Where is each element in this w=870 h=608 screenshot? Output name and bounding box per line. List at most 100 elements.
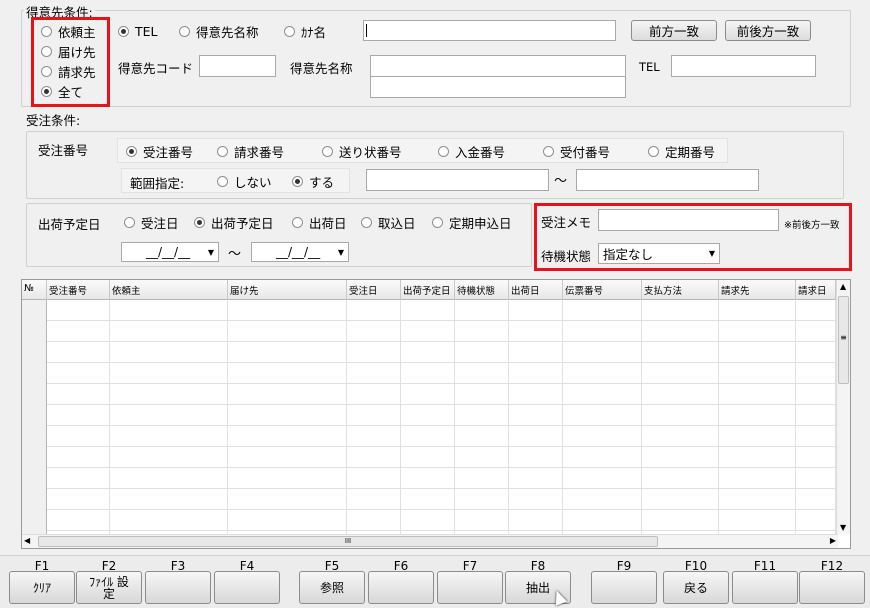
table-row[interactable] (22, 384, 836, 405)
table-cell[interactable] (47, 426, 110, 447)
prefix-match-button[interactable]: 前方一致 (631, 20, 717, 41)
table-cell[interactable] (110, 510, 228, 531)
table-cell[interactable] (347, 363, 401, 384)
column-header[interactable]: 出荷日 (509, 280, 563, 300)
table-cell[interactable] (563, 426, 642, 447)
table-cell[interactable] (455, 300, 509, 321)
table-cell[interactable] (110, 447, 228, 468)
fkey-button-f2[interactable]: ﾌｧｲﾙ 設定 (76, 571, 142, 604)
table-cell[interactable] (401, 300, 455, 321)
table-cell[interactable] (642, 300, 719, 321)
table-cell[interactable] (47, 321, 110, 342)
fkey-button-f7[interactable] (437, 571, 503, 604)
table-cell[interactable] (796, 363, 836, 384)
table-cell[interactable] (455, 342, 509, 363)
date-type-radio[interactable]: 出荷日 (292, 213, 347, 231)
radio-dot-icon[interactable] (292, 175, 303, 187)
table-cell[interactable] (796, 405, 836, 426)
table-cell[interactable] (228, 468, 347, 489)
radio-dot-icon[interactable] (322, 145, 333, 157)
range-radio[interactable]: しない (217, 172, 272, 190)
table-cell[interactable] (509, 342, 563, 363)
fkey-button-f10[interactable]: 戻る (663, 571, 729, 604)
table-cell[interactable] (47, 363, 110, 384)
table-cell[interactable] (642, 510, 719, 531)
order-number-radio[interactable]: 定期番号 (648, 142, 715, 160)
table-row[interactable] (22, 321, 836, 342)
date-to-select[interactable]: __/__/__ ▼ (251, 242, 349, 262)
order-number-radio[interactable]: 入金番号 (438, 142, 505, 160)
customer-code-input[interactable] (199, 55, 276, 77)
table-cell[interactable] (509, 510, 563, 531)
table-cell[interactable] (455, 384, 509, 405)
table-cell[interactable] (796, 300, 836, 321)
table-cell[interactable] (509, 321, 563, 342)
column-header[interactable]: № (22, 280, 47, 300)
table-cell[interactable] (47, 447, 110, 468)
table-cell[interactable] (719, 363, 796, 384)
table-cell[interactable] (401, 321, 455, 342)
column-header[interactable]: 請求先 (719, 280, 796, 300)
table-cell[interactable] (796, 447, 836, 468)
table-cell[interactable] (347, 510, 401, 531)
order-number-radio[interactable]: 請求番号 (217, 142, 284, 160)
table-row[interactable] (22, 510, 836, 531)
table-cell[interactable] (110, 300, 228, 321)
vertical-scrollbar[interactable]: ▲ ≡ ▼ (836, 280, 850, 534)
column-header[interactable]: 支払方法 (642, 280, 719, 300)
table-cell[interactable] (47, 342, 110, 363)
table-row[interactable] (22, 405, 836, 426)
table-cell[interactable] (110, 363, 228, 384)
table-cell[interactable] (228, 342, 347, 363)
table-cell[interactable] (401, 468, 455, 489)
table-cell[interactable] (563, 321, 642, 342)
table-cell[interactable] (228, 510, 347, 531)
table-cell[interactable] (47, 300, 110, 321)
table-cell[interactable] (47, 384, 110, 405)
scroll-right-icon[interactable]: ▶ (830, 536, 836, 545)
scroll-down-icon[interactable]: ▼ (840, 523, 846, 532)
table-cell[interactable] (401, 342, 455, 363)
table-cell[interactable] (110, 426, 228, 447)
customer-search-radio[interactable]: TEL (118, 22, 158, 40)
table-cell[interactable] (642, 384, 719, 405)
table-cell[interactable] (228, 447, 347, 468)
table-cell[interactable] (796, 426, 836, 447)
fkey-button-f12[interactable] (799, 571, 865, 604)
row-header[interactable] (22, 300, 47, 321)
results-grid[interactable]: № 受注番号 依頼主 届け先 受注日 出荷予定日 待機状態 出荷日 伝票番号 支払方法 請求先 請求日… (21, 279, 851, 549)
customer-search-radio[interactable]: ｶﾅ名 (284, 22, 326, 40)
table-cell[interactable] (401, 426, 455, 447)
radio-dot-icon[interactable] (179, 25, 190, 37)
fkey-button-f1[interactable]: ｸﾘｱ (9, 571, 75, 604)
table-cell[interactable] (509, 405, 563, 426)
radio-dot-icon[interactable] (126, 145, 137, 157)
table-cell[interactable] (719, 342, 796, 363)
table-cell[interactable] (47, 468, 110, 489)
row-header[interactable] (22, 405, 47, 426)
radio-dot-icon[interactable] (438, 145, 449, 157)
scroll-left-icon[interactable]: ◀ (24, 536, 30, 545)
range-from-input[interactable] (366, 169, 549, 191)
table-cell[interactable] (642, 426, 719, 447)
radio-dot-icon[interactable] (292, 216, 303, 228)
column-header[interactable]: 伝票番号 (563, 280, 642, 300)
order-number-radio[interactable]: 受注番号 (126, 142, 193, 160)
customer-name-input-2[interactable] (370, 76, 626, 98)
table-cell[interactable] (110, 468, 228, 489)
table-cell[interactable] (796, 384, 836, 405)
table-cell[interactable] (347, 384, 401, 405)
table-cell[interactable] (110, 489, 228, 510)
column-header[interactable]: 受注日 (347, 280, 401, 300)
table-cell[interactable] (796, 489, 836, 510)
row-header[interactable] (22, 363, 47, 384)
table-cell[interactable] (228, 321, 347, 342)
table-cell[interactable] (47, 489, 110, 510)
radio-dot-icon[interactable] (118, 25, 129, 37)
table-cell[interactable] (563, 384, 642, 405)
table-row[interactable] (22, 300, 836, 321)
customer-search-radio[interactable]: 得意先名称 (179, 22, 259, 40)
row-header[interactable] (22, 342, 47, 363)
table-cell[interactable] (563, 342, 642, 363)
fkey-button-f9[interactable] (591, 571, 657, 604)
